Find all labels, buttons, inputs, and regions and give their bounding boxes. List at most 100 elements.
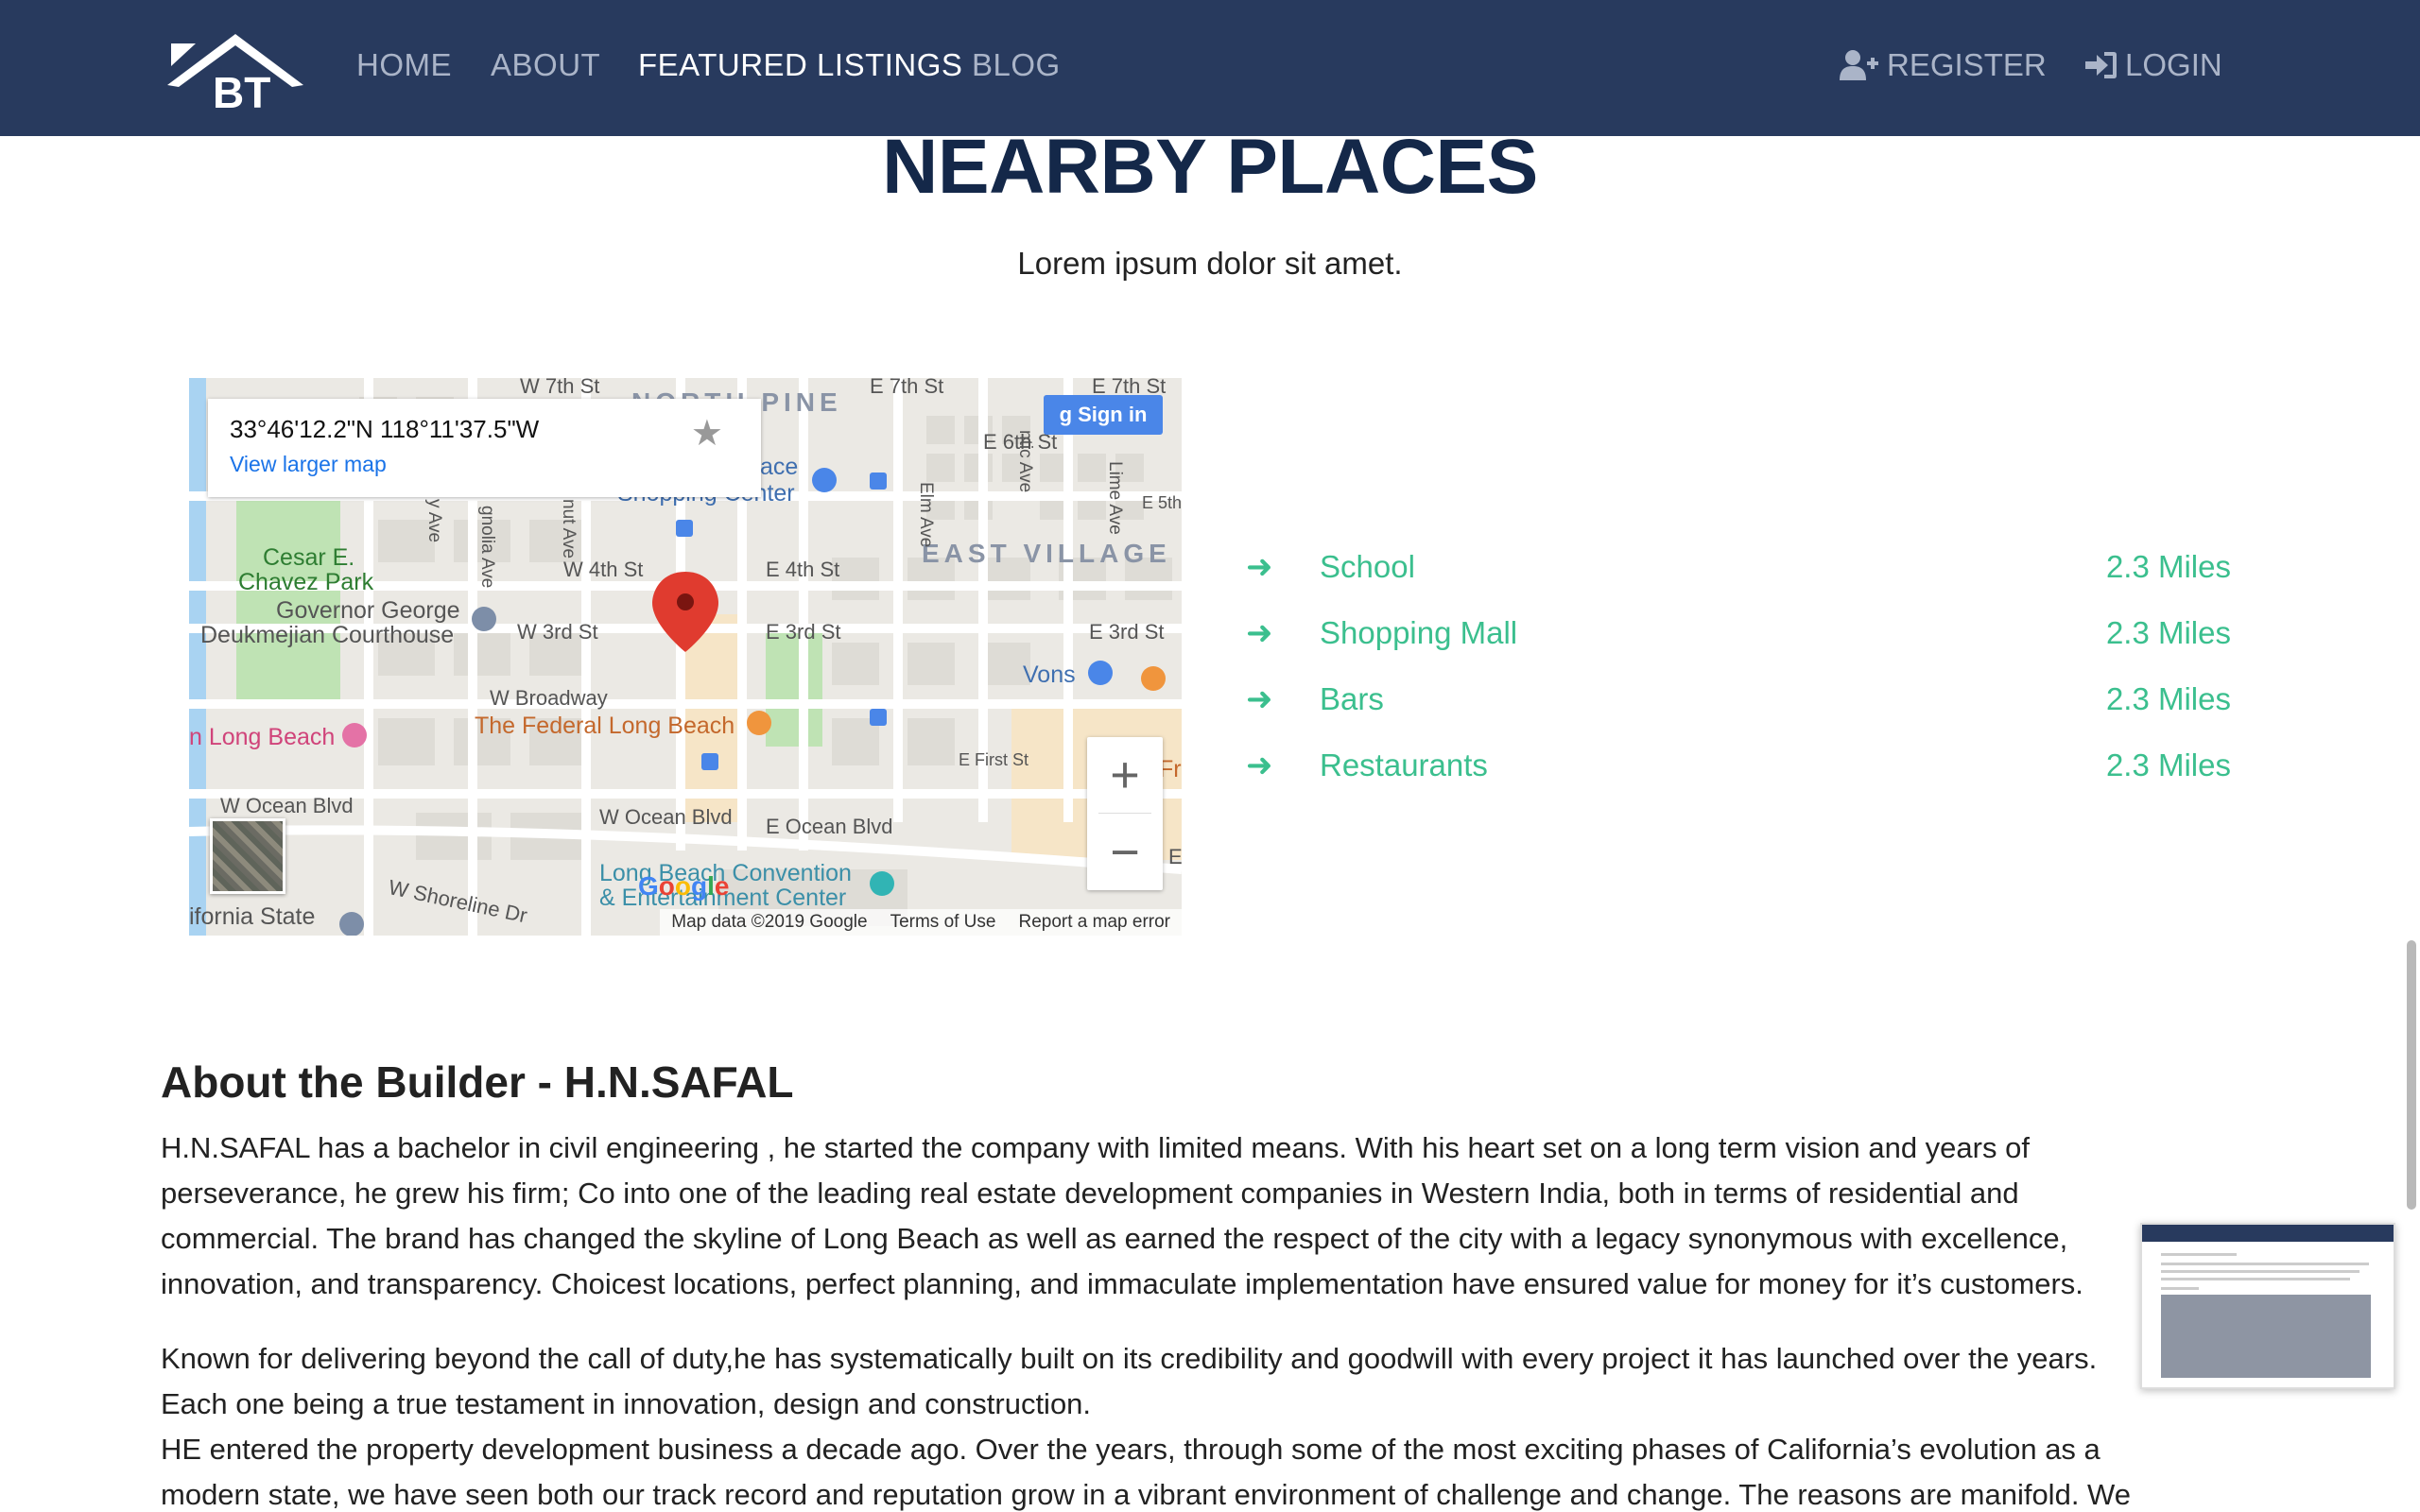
builder-name: H.N.SAFAL — [563, 1057, 794, 1107]
place-name: Restaurants — [1320, 747, 1488, 782]
nav-featured-listings[interactable]: FEATURED LISTINGS — [638, 47, 962, 83]
map-label-e3rd: E 3rd St — [766, 620, 841, 644]
map-label-place: ace — [760, 454, 799, 480]
zoom-divider — [1098, 813, 1151, 814]
map-label-e3rd-2: E 3rd St — [1089, 620, 1165, 644]
page-preview-thumbnail[interactable] — [2140, 1223, 2395, 1389]
satellite-toggle[interactable] — [210, 818, 285, 894]
map-data-attribution: Map data ©2019 Google — [671, 912, 868, 932]
map-label-e-ocean: E Ocean Blvd — [766, 815, 893, 838]
arrow-right-icon: ➜ — [1246, 681, 1273, 717]
zoom-control: + − — [1087, 737, 1163, 890]
place-item: ➜ School 2.3 Miles — [1246, 534, 2231, 600]
zoom-out-button[interactable]: − — [1087, 815, 1163, 890]
thumbnail-map — [2161, 1295, 2371, 1378]
paragraph-line: commercial. The brand has changed the sk… — [161, 1222, 2068, 1255]
star-icon[interactable]: ★ — [691, 412, 723, 455]
scrollbar-track[interactable] — [2405, 0, 2420, 1512]
arrow-right-icon: ➜ — [1246, 615, 1273, 651]
about-paragraph-2: Known for delivering beyond the call of … — [161, 1336, 2250, 1512]
thumbnail-line — [2161, 1253, 2237, 1256]
place-item: ➜ Bars 2.3 Miles — [1246, 666, 2231, 732]
thumbnail-line — [2161, 1287, 2199, 1290]
about-title-prefix: About the Builder - — [161, 1057, 564, 1107]
map-label-magnolia-ave: gnolia Ave — [477, 506, 497, 589]
section-title: NEARBY PLACES — [882, 124, 1538, 210]
map-footer: Map data ©2019 Google Terms of Use Repor… — [660, 909, 1182, 936]
embedded-map[interactable]: NORTH PINE EAST VILLAGE W 7th St E 7th S… — [189, 378, 1182, 936]
place-item: ➜ Shopping Mall 2.3 Miles — [1246, 600, 2231, 666]
place-distance: 2.3 Miles — [2105, 549, 2231, 584]
login-link[interactable]: LOGIN — [2085, 47, 2222, 83]
map-label-w-ocean-2: W Ocean Blvd — [599, 805, 733, 829]
section-subtitle: Lorem ipsum dolor sit amet. — [1017, 246, 1403, 281]
place-name: School — [1320, 549, 1415, 584]
thumbnail-line — [2161, 1263, 2369, 1265]
map-label-w7th: W 7th St — [520, 378, 600, 398]
paragraph-line: Each one being a true testament in innov… — [161, 1387, 1092, 1420]
map-label-chavez-park: Chavez Park — [238, 569, 374, 595]
thumbnail-line — [2161, 1278, 2350, 1280]
paragraph-line: H.N.SAFAL has a bachelor in civil engine… — [161, 1131, 2030, 1164]
place-name: Bars — [1320, 681, 1384, 716]
map-coordinates: 33°46'12.2"N 118°11'37.5"W — [230, 415, 540, 443]
brand-text: BT — [213, 68, 270, 110]
map-label-w3rd: W 3rd St — [517, 620, 598, 644]
terms-of-use-link[interactable]: Terms of Use — [890, 912, 996, 933]
map-label-e7th: E 7th St — [870, 378, 944, 398]
map-label-governor: Governor George — [276, 597, 460, 624]
scrollbar-thumb[interactable] — [2407, 940, 2416, 1210]
place-distance: 2.3 Miles — [2105, 615, 2231, 650]
map-label-w-broadway: W Broadway — [490, 686, 608, 710]
map-label-e-edge: E — [1168, 845, 1182, 868]
about-paragraph-1: H.N.SAFAL has a bachelor in civil engine… — [161, 1125, 2250, 1307]
google-g-icon: g — [1059, 403, 1073, 426]
map-label-e-first: E First St — [959, 750, 1029, 769]
map-label-nut-ave: nut Ave — [559, 499, 579, 559]
map-label-long-beach: n Long Beach — [189, 724, 336, 750]
nav-blog[interactable]: BLOG — [972, 47, 1061, 83]
map-label-vons: Vons — [1023, 662, 1076, 688]
register-link[interactable]: REGISTER — [1840, 47, 2047, 83]
map-label-w4th: W 4th St — [563, 558, 644, 581]
nav-home[interactable]: HOME — [356, 47, 452, 83]
map-label-y-ave: y Ave — [424, 499, 444, 543]
nearby-places-list: ➜ School 2.3 Miles ➜ Shopping Mall 2.3 M… — [1246, 534, 2231, 799]
place-distance: 2.3 Miles — [2105, 747, 2231, 782]
nav-about[interactable]: ABOUT — [491, 47, 600, 83]
paragraph-line: innovation, and transparency. Choicest l… — [161, 1267, 2083, 1300]
map-label-lime-ave: Lime Ave — [1105, 461, 1125, 535]
login-label: LOGIN — [2125, 47, 2222, 82]
thumbnail-navbar — [2142, 1225, 2394, 1242]
map-label-cesar: Cesar E. — [263, 544, 355, 571]
map-label-atlantic-ave: ntic Ave — [1015, 430, 1035, 493]
map-label-e5th: E 5th — [1142, 493, 1182, 512]
google-logo: Google — [638, 871, 730, 901]
place-name: Shopping Mall — [1320, 615, 1518, 650]
thumbnail-line — [2161, 1270, 2360, 1273]
map-label-cal-state: ifornia State — [189, 903, 316, 930]
brand-logo[interactable]: BT — [165, 28, 305, 110]
navbar: BT HOME ABOUT FEATURED LISTINGS BLOG REG… — [0, 0, 2420, 136]
paragraph-line: HE entered the property development busi… — [161, 1433, 2100, 1466]
map-label-e4th: E 4th St — [766, 558, 840, 581]
paragraph-line: perseverance, he grew his firm; Co into … — [161, 1177, 2019, 1210]
user-plus-icon — [1840, 50, 1878, 80]
about-builder-heading: About the Builder - H.N.SAFAL — [161, 1057, 794, 1108]
view-larger-map-link[interactable]: View larger map — [230, 452, 387, 477]
sign-in-label: Sign in — [1078, 403, 1148, 426]
map-sign-in-button[interactable]: g Sign in — [1044, 395, 1163, 435]
sign-in-icon — [2085, 52, 2117, 78]
map-label-east-village: EAST VILLAGE — [922, 539, 1171, 568]
map-info-card: 33°46'12.2"N 118°11'37.5"W View larger m… — [208, 399, 761, 497]
map-label-w-ocean: W Ocean Blvd — [220, 794, 354, 817]
map-label-federal: The Federal Long Beach — [475, 713, 735, 739]
report-map-error-link[interactable]: Report a map error — [1018, 912, 1170, 933]
place-item: ➜ Restaurants 2.3 Miles — [1246, 732, 2231, 799]
register-label: REGISTER — [1887, 47, 2047, 82]
zoom-in-button[interactable]: + — [1087, 737, 1163, 813]
arrow-right-icon: ➜ — [1246, 549, 1273, 585]
map-label-elm-ave: Elm Ave — [916, 482, 936, 548]
paragraph-line: modern state, we have seen both our trac… — [161, 1478, 2131, 1511]
arrow-right-icon: ➜ — [1246, 747, 1273, 783]
